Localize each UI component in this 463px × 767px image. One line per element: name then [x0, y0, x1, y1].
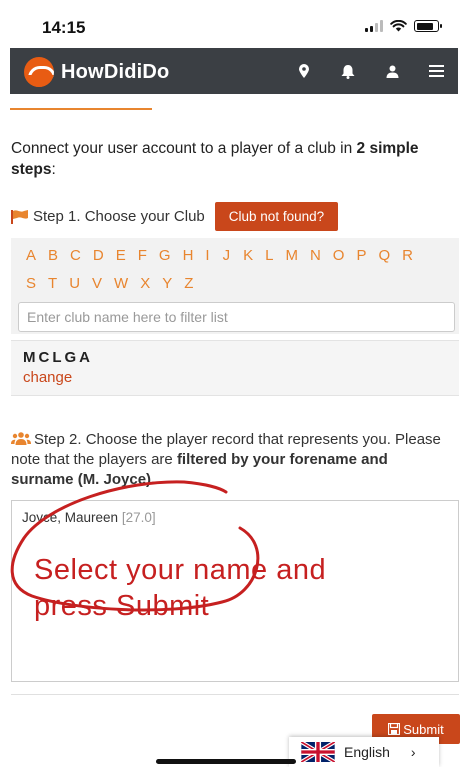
wifi-icon [390, 20, 407, 32]
alphabet-row-2: STUVWXYZ [26, 275, 205, 292]
alphabet-letter-b[interactable]: B [48, 247, 58, 264]
alphabet-letter-u[interactable]: U [69, 275, 80, 292]
step2-text: Step 2. Choose the player record that re… [11, 430, 451, 490]
location-pin-icon[interactable] [294, 61, 314, 81]
intro-text-start: Connect your user account to a player of… [11, 140, 357, 157]
step1-label: Step 1. Choose your Club [33, 208, 205, 225]
player-option[interactable]: Joyce, Maureen [27.0] [22, 510, 156, 525]
brand-logo[interactable]: HowDidiDo [24, 57, 169, 87]
status-icons [365, 20, 442, 32]
step1-row: Step 1. Choose your Club Club not found? [11, 202, 339, 231]
menu-icon[interactable] [426, 61, 446, 81]
user-icon[interactable] [382, 61, 402, 81]
chevron-right-icon: › [410, 744, 416, 760]
logo-mark-icon [24, 57, 54, 87]
intro-text: Connect your user account to a player of… [11, 138, 441, 180]
language-selector[interactable]: English › [289, 737, 439, 767]
change-club-link[interactable]: change [23, 369, 72, 386]
club-alphabet-panel: ABCDEFGHIJKLMNOPQR STUVWXYZ [11, 238, 459, 334]
alphabet-letter-o[interactable]: O [333, 247, 345, 264]
club-filter-input[interactable] [18, 302, 455, 332]
cellular-signal-icon [365, 20, 383, 32]
alphabet-letter-h[interactable]: H [183, 247, 194, 264]
alphabet-letter-m[interactable]: M [285, 247, 298, 264]
alphabet-letter-j[interactable]: J [223, 247, 231, 264]
battery-icon [414, 20, 442, 32]
alphabet-letter-q[interactable]: Q [378, 247, 390, 264]
alphabet-letter-r[interactable]: R [402, 247, 413, 264]
submit-label: Submit [403, 721, 444, 737]
alphabet-letter-g[interactable]: G [159, 247, 171, 264]
intro-text-end: : [51, 161, 56, 178]
users-icon [11, 432, 31, 445]
alphabet-letter-k[interactable]: K [243, 247, 253, 264]
brand-name: HowDidiDo [61, 60, 170, 83]
alphabet-letter-n[interactable]: N [310, 247, 321, 264]
alphabet-letter-p[interactable]: P [356, 247, 366, 264]
alphabet-letter-t[interactable]: T [48, 275, 57, 292]
alphabet-letter-v[interactable]: V [92, 275, 102, 292]
flag-icon [11, 209, 28, 224]
selected-club-box: MCLGA change [11, 340, 459, 396]
uk-flag-icon [301, 742, 335, 762]
alphabet-letter-c[interactable]: C [70, 247, 81, 264]
language-label: English [344, 744, 390, 760]
club-not-found-button[interactable]: Club not found? [214, 202, 339, 231]
alphabet-letter-s[interactable]: S [26, 275, 36, 292]
player-handicap: [27.0] [121, 510, 156, 525]
save-icon [388, 723, 401, 735]
alphabet-letter-x[interactable]: X [140, 275, 150, 292]
alphabet-letter-l[interactable]: L [265, 247, 273, 264]
selected-club-name: MCLGA [23, 349, 93, 366]
alphabet-letter-z[interactable]: Z [184, 275, 193, 292]
step1-label-wrap: Step 1. Choose your Club [11, 208, 205, 225]
alphabet-letter-w[interactable]: W [114, 275, 128, 292]
alphabet-letter-d[interactable]: D [93, 247, 104, 264]
bottom-divider [11, 694, 459, 695]
alphabet-row-1: ABCDEFGHIJKLMNOPQR [26, 247, 425, 264]
alphabet-letter-f[interactable]: F [138, 247, 147, 264]
home-indicator [156, 759, 296, 764]
bell-icon[interactable] [338, 61, 358, 81]
section-divider [10, 108, 152, 110]
alphabet-letter-a[interactable]: A [26, 247, 36, 264]
player-name: Joyce, Maureen [22, 510, 119, 525]
player-list: Joyce, Maureen [27.0] [11, 500, 459, 682]
nav-icons [294, 61, 446, 81]
status-time: 14:15 [42, 18, 86, 37]
alphabet-letter-i[interactable]: I [205, 247, 209, 264]
status-bar: 14:15 [0, 0, 463, 46]
alphabet-letter-e[interactable]: E [116, 247, 126, 264]
app-navbar: HowDidiDo [10, 48, 458, 94]
alphabet-letter-y[interactable]: Y [162, 275, 172, 292]
